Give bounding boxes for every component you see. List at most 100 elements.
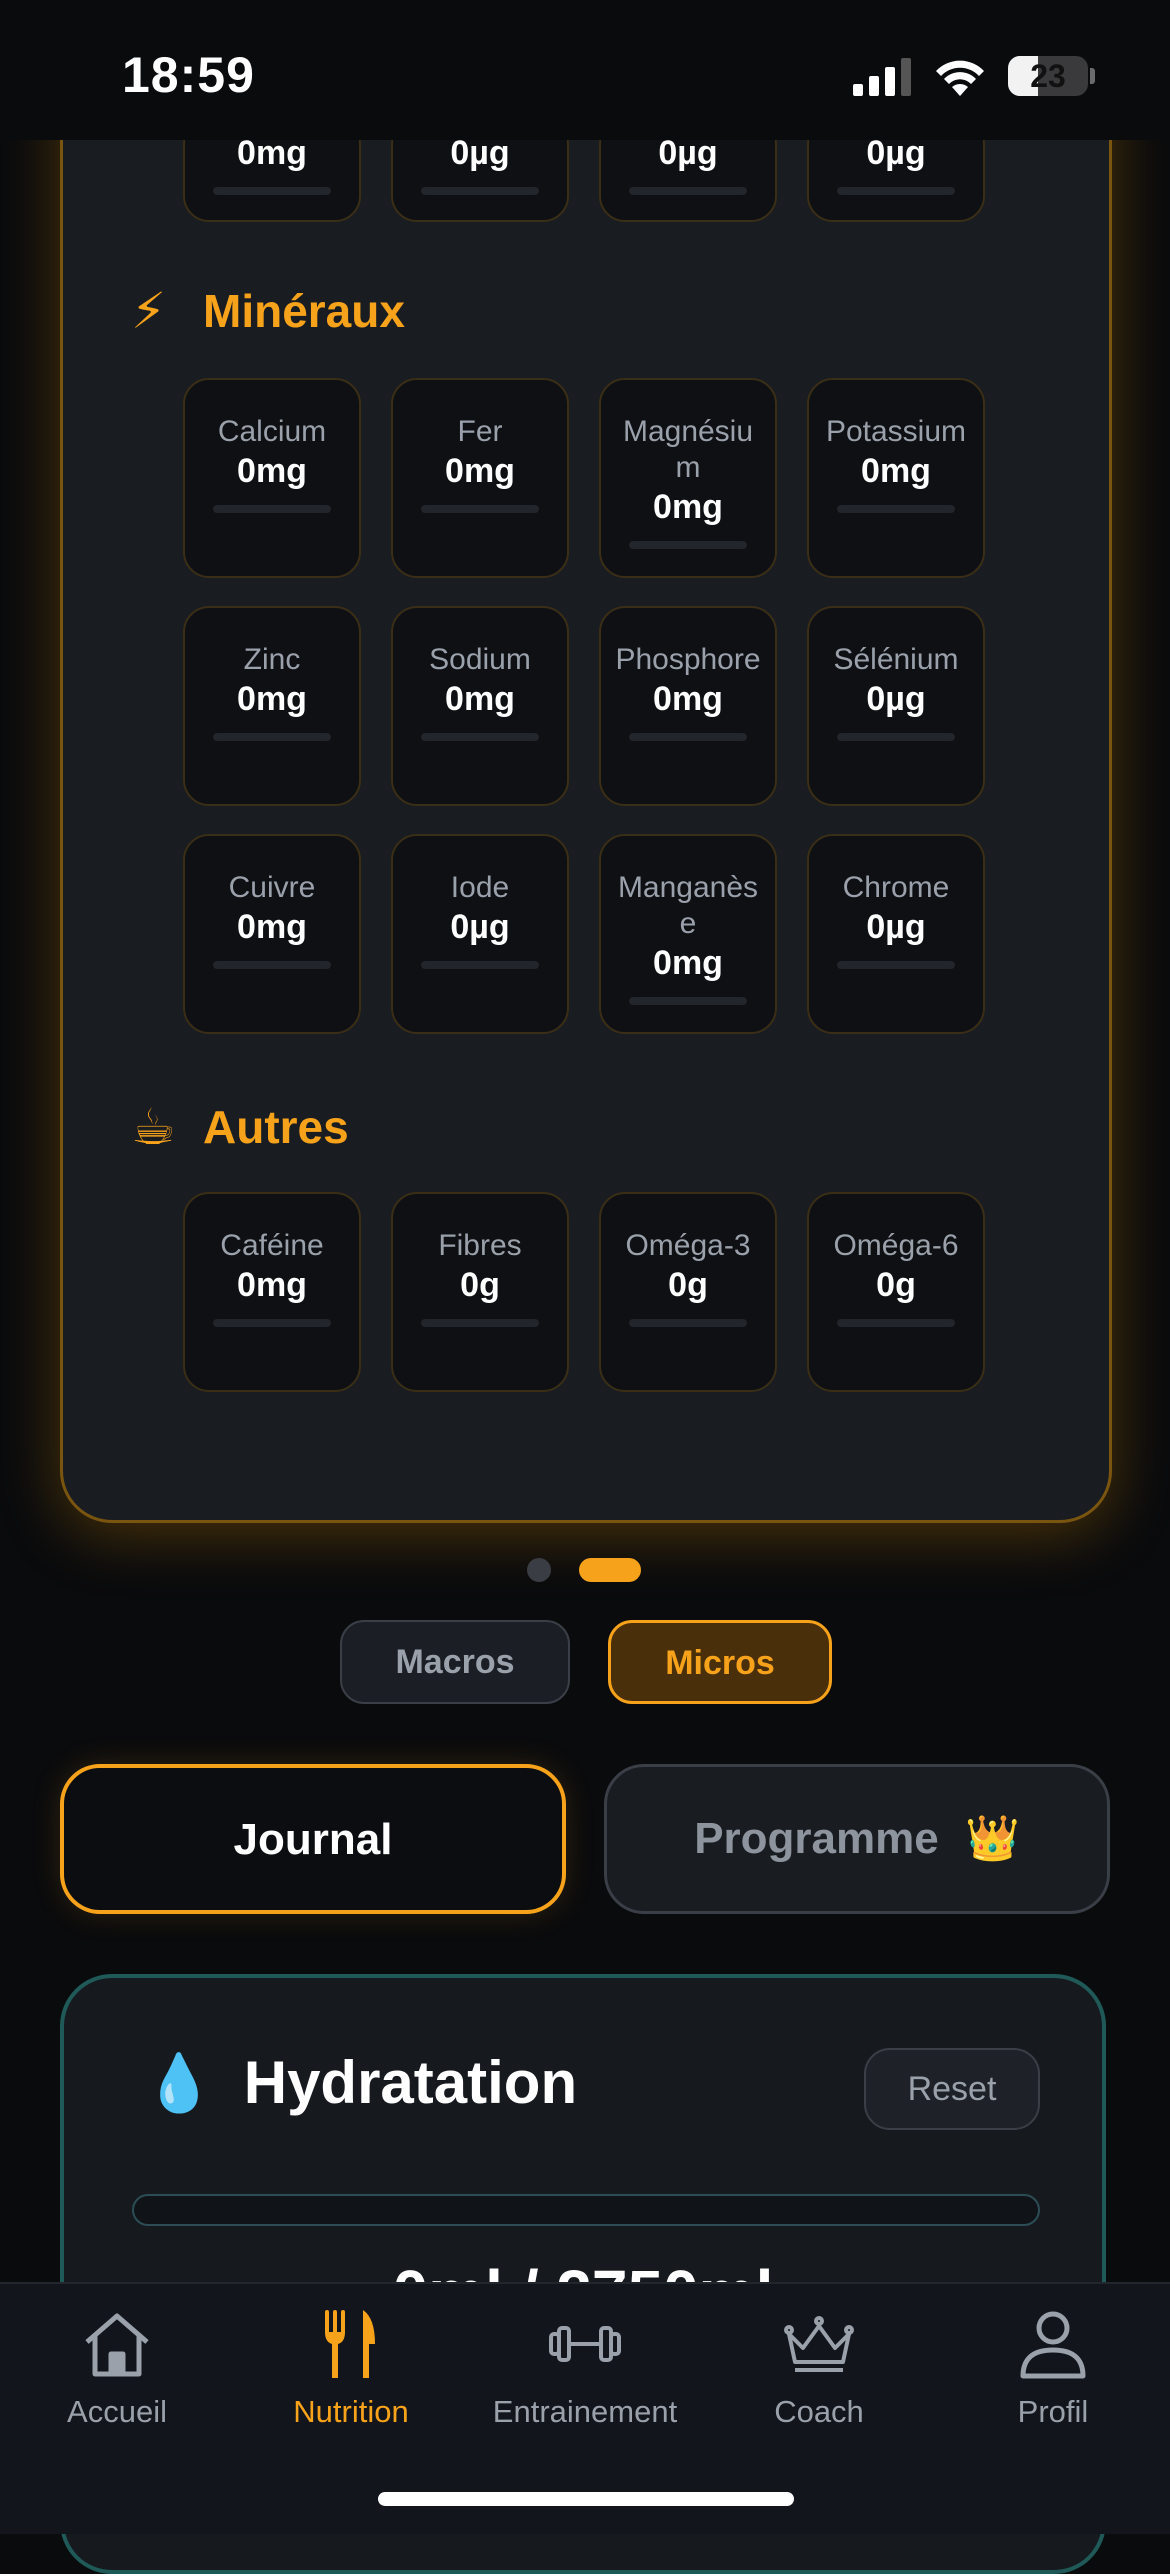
tile-value: 0mg [445,452,515,490]
tile-label: Cuivre [228,871,316,904]
tile-progress [421,961,539,969]
nav-item-entrainement[interactable]: Entrainement [468,2304,702,2430]
tile-progress [837,505,955,513]
other-tile-cafeine: Caféine 0mg [183,1192,361,1392]
nav-item-profil[interactable]: Profil [936,2304,1170,2430]
tile-label: Oméga-3 [625,1229,751,1262]
micros-toggle-button[interactable]: Micros [608,1620,832,1704]
water-drop-icon: 💧 [144,2050,214,2114]
tile-value: 0g [460,1266,500,1304]
mineral-tile-sodium: Sodium 0mg [391,606,569,806]
tile-label: Iode [450,871,510,904]
tile-label: Chrome [842,871,950,904]
hydration-progress-bar [132,2194,1040,2226]
macros-toggle-button[interactable]: Macros [340,1620,570,1704]
tab-programme-label: Programme [694,1814,939,1863]
nav-item-nutrition[interactable]: Nutrition [234,2304,468,2430]
tile-progress [421,187,539,195]
tile-progress [837,961,955,969]
mineral-tile-calcium: Calcium 0mg [183,378,361,578]
tile-progress [421,505,539,513]
tile-progress [421,1319,539,1327]
tile-value: 0mg [237,908,307,946]
battery-level: 23 [1030,58,1066,94]
tile-value: 0g [876,1266,916,1304]
mineral-tile-iode: Iode 0µg [391,834,569,1034]
tile-progress [421,733,539,741]
tile-progress [837,187,955,195]
mineral-tile-magnesium: Magnésium 0mg [599,378,777,578]
tile-label: Phosphore [615,643,761,676]
nav-label: Entrainement [492,2394,678,2429]
section-label: Minéraux [203,285,405,337]
tile-progress [629,733,747,741]
mineral-tile-chrome: Chrome 0µg [807,834,985,1034]
tile-value: 0mg [237,452,307,490]
mineral-tile-zinc: Zinc 0mg [183,606,361,806]
nav-item-coach[interactable]: Coach [702,2304,936,2430]
nav-item-accueil[interactable]: Accueil [0,2304,234,2430]
page-dot-1[interactable] [527,1558,551,1582]
mineral-tile-selenium: Sélénium 0µg [807,606,985,806]
tile-progress [629,187,747,195]
nav-label: Coach [774,2394,864,2429]
battery-icon: 23 [1008,56,1088,96]
tile-label: Fer [457,415,503,448]
tile-progress [629,541,747,549]
tile-progress [213,187,331,195]
home-indicator[interactable] [378,2492,794,2506]
tile-progress [837,733,955,741]
tile-value: 0mg [653,680,723,718]
page-dot-2-active[interactable] [579,1558,641,1582]
tile-value: 0mg [653,944,723,982]
section-mineraux-title: ⚡ Minéraux [131,282,405,340]
tile-label: Sélénium [833,643,959,676]
tile-label: Manganèse [617,871,759,940]
tile-value: 0g [668,1266,708,1304]
tile-progress [213,505,331,513]
section-autres-title: ☕ Autres [131,1098,349,1156]
wifi-icon [936,60,984,96]
tile-progress [213,961,331,969]
micros-card: 0mg 0µg 0µg 0µg ⚡ Minéraux Calcium 0mg Fe… [60,60,1112,1523]
tile-value: 0µg [450,908,510,946]
other-tile-omega3: Oméga-3 0g [599,1192,777,1392]
tile-value: 0mg [445,680,515,718]
tile-value: 0µg [866,908,926,946]
mineral-tile-potassium: Potassium 0mg [807,378,985,578]
coffee-icon: ☕ [131,1099,176,1155]
tile-label: Calcium [217,415,327,448]
tile-label: Fibres [438,1229,522,1262]
cellular-signal-icon [853,58,911,96]
tile-value: 0mg [861,452,931,490]
other-tile-fibres: Fibres 0g [391,1192,569,1392]
tab-programme[interactable]: Programme 👑 [604,1764,1110,1914]
tile-label: Magnésium [622,415,754,484]
tile-progress [213,733,331,741]
tile-value: 0mg [237,680,307,718]
status-bar: 18:59 23 [0,0,1170,140]
hydration-title: 💧 Hydratation [144,2048,577,2117]
mineral-tile-cuivre: Cuivre 0mg [183,834,361,1034]
hydration-reset-button[interactable]: Reset [864,2048,1040,2130]
crown-badge-icon: 👑 [964,1814,1020,1863]
crown-icon [784,2316,854,2372]
tile-value: 0mg [237,1266,307,1304]
nav-label: Accueil [67,2394,167,2429]
tile-label: Oméga-6 [833,1229,959,1262]
tile-progress [629,1319,747,1327]
hydration-label: Hydratation [243,2049,578,2116]
battery-tip [1090,68,1095,84]
tab-journal[interactable]: Journal [60,1764,566,1914]
nav-label: Nutrition [293,2394,409,2429]
section-label: Autres [203,1101,349,1153]
tile-progress [629,997,747,1005]
fork-knife-icon [325,2310,375,2378]
tile-progress [213,1319,331,1327]
tile-progress [837,1319,955,1327]
tile-label: Potassium [825,415,967,448]
tab-journal-label: Journal [233,1815,393,1864]
tile-value: 0mg [653,488,723,526]
home-icon [85,2313,149,2377]
person-icon [1020,2311,1086,2379]
